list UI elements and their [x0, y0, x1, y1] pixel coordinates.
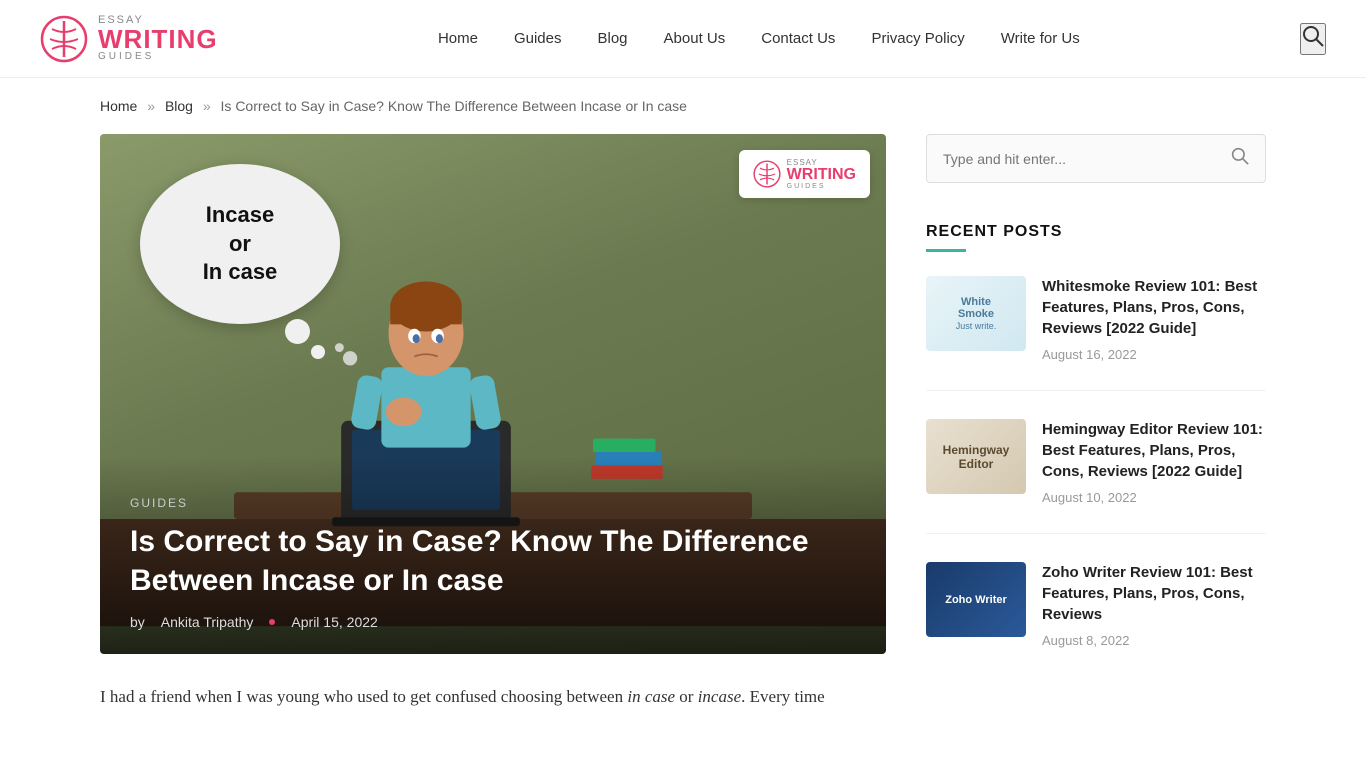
- hero-meta: by Ankita Tripathy April 15, 2022: [130, 614, 856, 630]
- thumb-label-1: WhiteSmokeJust write.: [956, 296, 997, 332]
- search-button[interactable]: [1231, 147, 1249, 170]
- intro-text: I had a friend when I was young who used…: [100, 687, 825, 706]
- recent-post-item: HemingwayEditor Hemingway Editor Review …: [926, 419, 1266, 534]
- nav-write[interactable]: Write for Us: [1001, 30, 1080, 47]
- search-input[interactable]: [943, 151, 1231, 167]
- post-title-link-1[interactable]: Whitesmoke Review 101: Best Features, Pl…: [1042, 276, 1266, 339]
- nav-home[interactable]: Home: [438, 30, 478, 47]
- logo-icon: [40, 15, 88, 63]
- post-thumb-2: HemingwayEditor: [926, 419, 1026, 494]
- breadcrumb-blog[interactable]: Blog: [165, 98, 193, 114]
- search-icon: [1302, 25, 1324, 47]
- site-logo[interactable]: ESSAY WRITING GUIDES: [40, 15, 218, 63]
- thumb-label-3: Zoho Writer: [945, 594, 1007, 606]
- post-content-1: Whitesmoke Review 101: Best Features, Pl…: [1042, 276, 1266, 362]
- thumb-label-2: HemingwayEditor: [943, 443, 1010, 471]
- nav-about[interactable]: About Us: [664, 30, 726, 47]
- nav-privacy[interactable]: Privacy Policy: [871, 30, 964, 47]
- hero-overlay: GUIDES Is Correct to Say in Case? Know T…: [100, 456, 886, 654]
- recent-posts-divider: [926, 249, 966, 252]
- logo-writing: WRITING: [98, 26, 218, 52]
- recent-posts-section: RECENT POSTS WhiteSmokeJust write. White…: [926, 223, 1266, 676]
- hero-date: April 15, 2022: [291, 614, 377, 630]
- hero-author: Ankita Tripathy: [161, 614, 254, 630]
- post-title-link-2[interactable]: Hemingway Editor Review 101: Best Featur…: [1042, 419, 1266, 482]
- post-thumb-1: WhiteSmokeJust write.: [926, 276, 1026, 351]
- logo-guides: GUIDES: [98, 52, 218, 62]
- breadcrumb-home[interactable]: Home: [100, 98, 137, 114]
- nav-contact[interactable]: Contact Us: [761, 30, 835, 47]
- post-date-2: August 10, 2022: [1042, 490, 1266, 505]
- article-intro: I had a friend when I was young who used…: [100, 654, 886, 741]
- post-date-3: August 8, 2022: [1042, 633, 1266, 648]
- nav-blog[interactable]: Blog: [598, 30, 628, 47]
- header-search-button[interactable]: [1300, 23, 1326, 55]
- breadcrumb-sep-2: »: [203, 98, 211, 114]
- hero-by: by: [130, 614, 145, 630]
- hero-category: GUIDES: [130, 496, 856, 510]
- breadcrumb: Home » Blog » Is Correct to Say in Case?…: [0, 78, 1366, 134]
- search-icon: [1231, 147, 1249, 165]
- post-title-link-3[interactable]: Zoho Writer Review 101: Best Features, P…: [1042, 562, 1266, 625]
- site-header: ESSAY WRITING GUIDES Home Guides Blog Ab…: [0, 0, 1366, 78]
- search-box[interactable]: [926, 134, 1266, 183]
- main-nav: Home Guides Blog About Us Contact Us Pri…: [438, 30, 1080, 47]
- breadcrumb-sep-1: »: [147, 98, 155, 114]
- sidebar: RECENT POSTS WhiteSmokeJust write. White…: [926, 134, 1266, 741]
- post-date-1: August 16, 2022: [1042, 347, 1266, 362]
- breadcrumb-current: Is Correct to Say in Case? Know The Diff…: [221, 98, 687, 114]
- nav-guides[interactable]: Guides: [514, 30, 562, 47]
- hero-title: Is Correct to Say in Case? Know The Diff…: [130, 522, 856, 600]
- post-thumb-3: Zoho Writer: [926, 562, 1026, 637]
- hero-image: Incase or In case ESSAY WRITING GUIDES: [100, 134, 886, 654]
- post-content-2: Hemingway Editor Review 101: Best Featur…: [1042, 419, 1266, 505]
- main-layout: Incase or In case ESSAY WRITING GUIDES: [0, 134, 1366, 781]
- recent-posts-title: RECENT POSTS: [926, 223, 1266, 241]
- recent-post-item: Zoho Writer Zoho Writer Review 101: Best…: [926, 562, 1266, 676]
- article-area: Incase or In case ESSAY WRITING GUIDES: [100, 134, 886, 741]
- meta-dot: [269, 619, 275, 625]
- recent-post-item: WhiteSmokeJust write. Whitesmoke Review …: [926, 276, 1266, 391]
- post-content-3: Zoho Writer Review 101: Best Features, P…: [1042, 562, 1266, 648]
